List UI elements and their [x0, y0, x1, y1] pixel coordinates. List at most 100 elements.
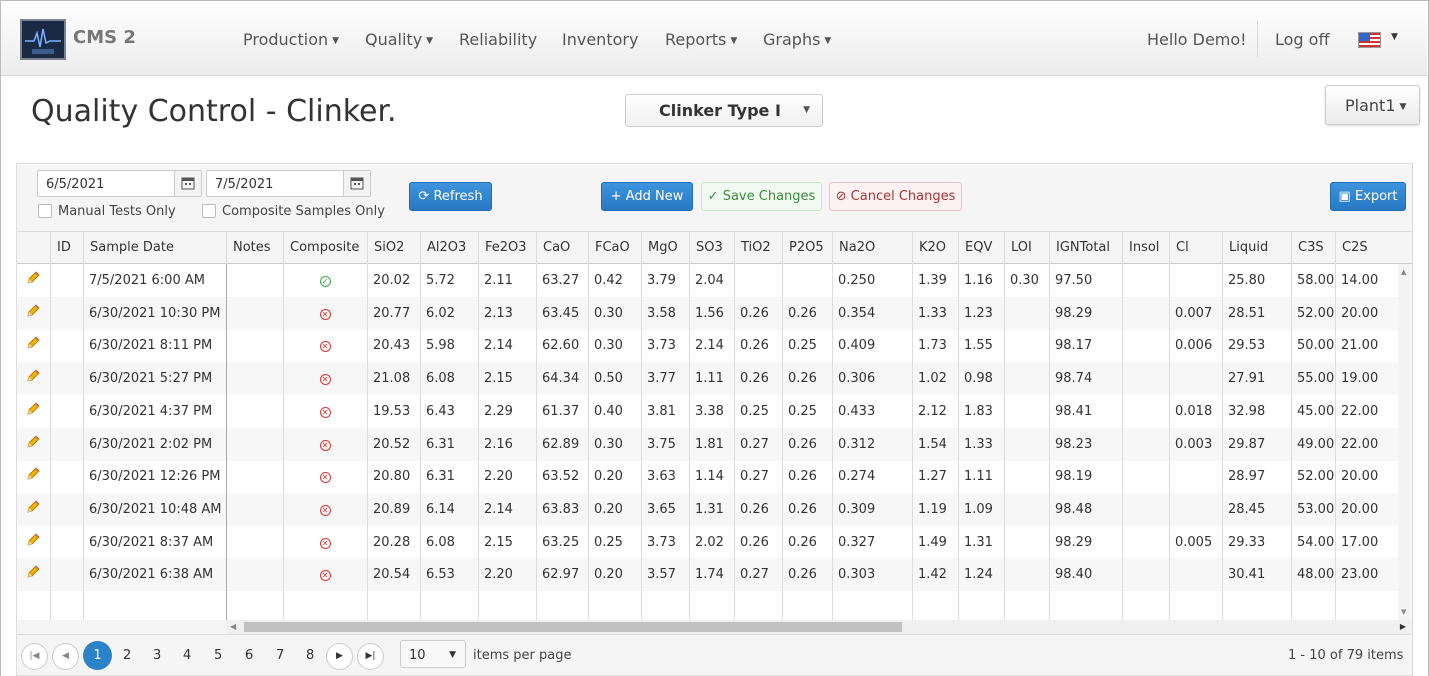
- cell-sio2[interactable]: 20.89: [367, 493, 420, 526]
- column-header-al2o3[interactable]: Al2O3: [420, 232, 478, 264]
- cell-cao[interactable]: 62.97: [536, 558, 588, 591]
- cell-p2o5[interactable]: 0.26: [782, 493, 832, 526]
- cell-sample-date[interactable]: 6/30/2021 8:37 AM: [83, 526, 226, 559]
- cell-cl[interactable]: [1169, 460, 1222, 493]
- composite-no-icon[interactable]: ✕: [283, 493, 367, 526]
- cell-id[interactable]: [50, 329, 83, 362]
- cell-na2o[interactable]: 0.327: [832, 526, 912, 559]
- cell-notes[interactable]: [226, 460, 283, 493]
- cell-liquid[interactable]: 29.87: [1222, 428, 1291, 461]
- column-header-fe2o3[interactable]: Fe2O3: [478, 232, 536, 264]
- cell-cao[interactable]: 64.34: [536, 362, 588, 395]
- cell-fcao[interactable]: 0.30: [588, 329, 641, 362]
- composite-no-icon[interactable]: ✕: [283, 297, 367, 330]
- last-page-icon[interactable]: ▶|: [357, 643, 384, 670]
- cell-cl[interactable]: 0.006: [1169, 329, 1222, 362]
- manual-tests-checkbox[interactable]: Manual Tests Only: [38, 204, 176, 219]
- edit-pencil-icon[interactable]: [17, 558, 50, 591]
- cell-id[interactable]: [50, 395, 83, 428]
- cell-fcao[interactable]: 0.50: [588, 362, 641, 395]
- cell-igntotal[interactable]: 97.50: [1049, 264, 1122, 297]
- cell-eqv[interactable]: 1.23: [958, 297, 1004, 330]
- cell-so3[interactable]: 2.04: [689, 264, 734, 297]
- cell-tio2[interactable]: 0.26: [734, 329, 782, 362]
- cell-k2o[interactable]: 1.33: [912, 297, 958, 330]
- cell-c2s[interactable]: 22.00: [1335, 395, 1398, 428]
- cell-sio2[interactable]: 20.80: [367, 460, 420, 493]
- nav-reports[interactable]: Reports ▼: [665, 30, 737, 49]
- page-8-link[interactable]: 8: [306, 648, 314, 663]
- composite-no-icon[interactable]: ✕: [283, 395, 367, 428]
- cell-c2s[interactable]: 14.00: [1335, 264, 1398, 297]
- cell-tio2[interactable]: 0.27: [734, 428, 782, 461]
- cell-cl[interactable]: [1169, 558, 1222, 591]
- cell-fe2o3[interactable]: 2.13: [478, 297, 536, 330]
- cell-c3s[interactable]: 54.00: [1291, 526, 1335, 559]
- cell-p2o5[interactable]: 0.25: [782, 395, 832, 428]
- app-logo[interactable]: [20, 19, 66, 60]
- cell-k2o[interactable]: 2.12: [912, 395, 958, 428]
- cell-so3[interactable]: 2.02: [689, 526, 734, 559]
- edit-pencil-icon[interactable]: [17, 493, 50, 526]
- cell-id[interactable]: [50, 460, 83, 493]
- cell-sio2[interactable]: 20.43: [367, 329, 420, 362]
- composite-no-icon[interactable]: ✕: [283, 329, 367, 362]
- cell-loi[interactable]: [1004, 493, 1049, 526]
- cell-igntotal[interactable]: 98.40: [1049, 558, 1122, 591]
- cell-k2o[interactable]: 1.42: [912, 558, 958, 591]
- cell-igntotal[interactable]: 98.23: [1049, 428, 1122, 461]
- cell-fe2o3[interactable]: 2.14: [478, 493, 536, 526]
- cell-sample-date[interactable]: 6/30/2021 6:38 AM: [83, 558, 226, 591]
- cell-igntotal[interactable]: 98.19: [1049, 460, 1122, 493]
- cell-cl[interactable]: [1169, 493, 1222, 526]
- add-new-button[interactable]: + Add New: [601, 182, 693, 211]
- cell-p2o5[interactable]: 0.26: [782, 428, 832, 461]
- cancel-changes-button[interactable]: ⊘ Cancel Changes: [829, 182, 962, 211]
- cell-c3s[interactable]: 50.00: [1291, 329, 1335, 362]
- cell-notes[interactable]: [226, 526, 283, 559]
- cell-eqv[interactable]: 1.33: [958, 428, 1004, 461]
- page-7-link[interactable]: 7: [276, 648, 284, 663]
- cell-notes[interactable]: [226, 395, 283, 428]
- cell-k2o[interactable]: 1.39: [912, 264, 958, 297]
- cell-cao[interactable]: 62.60: [536, 329, 588, 362]
- prev-page-icon[interactable]: ◀: [52, 643, 79, 670]
- cell-loi[interactable]: [1004, 558, 1049, 591]
- cell-al2o3[interactable]: 6.02: [420, 297, 478, 330]
- cell-cao[interactable]: 63.52: [536, 460, 588, 493]
- cell-eqv[interactable]: 1.11: [958, 460, 1004, 493]
- cell-sample-date[interactable]: 6/30/2021 4:37 PM: [83, 395, 226, 428]
- cell-loi[interactable]: [1004, 395, 1049, 428]
- column-header-c3s[interactable]: C3S: [1291, 232, 1335, 264]
- cell-mgo[interactable]: 3.75: [641, 428, 689, 461]
- cell-so3[interactable]: 1.56: [689, 297, 734, 330]
- cell-notes[interactable]: [226, 297, 283, 330]
- cell-al2o3[interactable]: 6.31: [420, 428, 478, 461]
- cell-cl[interactable]: [1169, 362, 1222, 395]
- cell-fcao[interactable]: 0.20: [588, 493, 641, 526]
- cell-p2o5[interactable]: 0.26: [782, 558, 832, 591]
- cell-fcao[interactable]: 0.30: [588, 297, 641, 330]
- cell-so3[interactable]: 1.31: [689, 493, 734, 526]
- cell-na2o[interactable]: 0.309: [832, 493, 912, 526]
- cell-fe2o3[interactable]: 2.11: [478, 264, 536, 297]
- column-header-notes[interactable]: Notes: [226, 232, 283, 264]
- composite-no-icon[interactable]: ✕: [283, 362, 367, 395]
- cell-fcao[interactable]: 0.25: [588, 526, 641, 559]
- composite-no-icon[interactable]: ✕: [283, 428, 367, 461]
- nav-inventory[interactable]: Inventory: [562, 30, 638, 49]
- cell-insol[interactable]: [1122, 428, 1169, 461]
- cell-so3[interactable]: 1.14: [689, 460, 734, 493]
- scroll-right-icon[interactable]: ▶: [1400, 622, 1406, 631]
- cell-notes[interactable]: [226, 493, 283, 526]
- edit-pencil-icon[interactable]: [17, 428, 50, 461]
- cell-id[interactable]: [50, 428, 83, 461]
- cell-p2o5[interactable]: 0.26: [782, 297, 832, 330]
- cell-tio2[interactable]: 0.25: [734, 395, 782, 428]
- cell-k2o[interactable]: 1.73: [912, 329, 958, 362]
- column-header-loi[interactable]: LOI: [1004, 232, 1049, 264]
- column-header-cl[interactable]: Cl: [1169, 232, 1222, 264]
- cell-sample-date[interactable]: 6/30/2021 10:30 PM: [83, 297, 226, 330]
- cell-k2o[interactable]: 1.19: [912, 493, 958, 526]
- cell-so3[interactable]: 2.14: [689, 329, 734, 362]
